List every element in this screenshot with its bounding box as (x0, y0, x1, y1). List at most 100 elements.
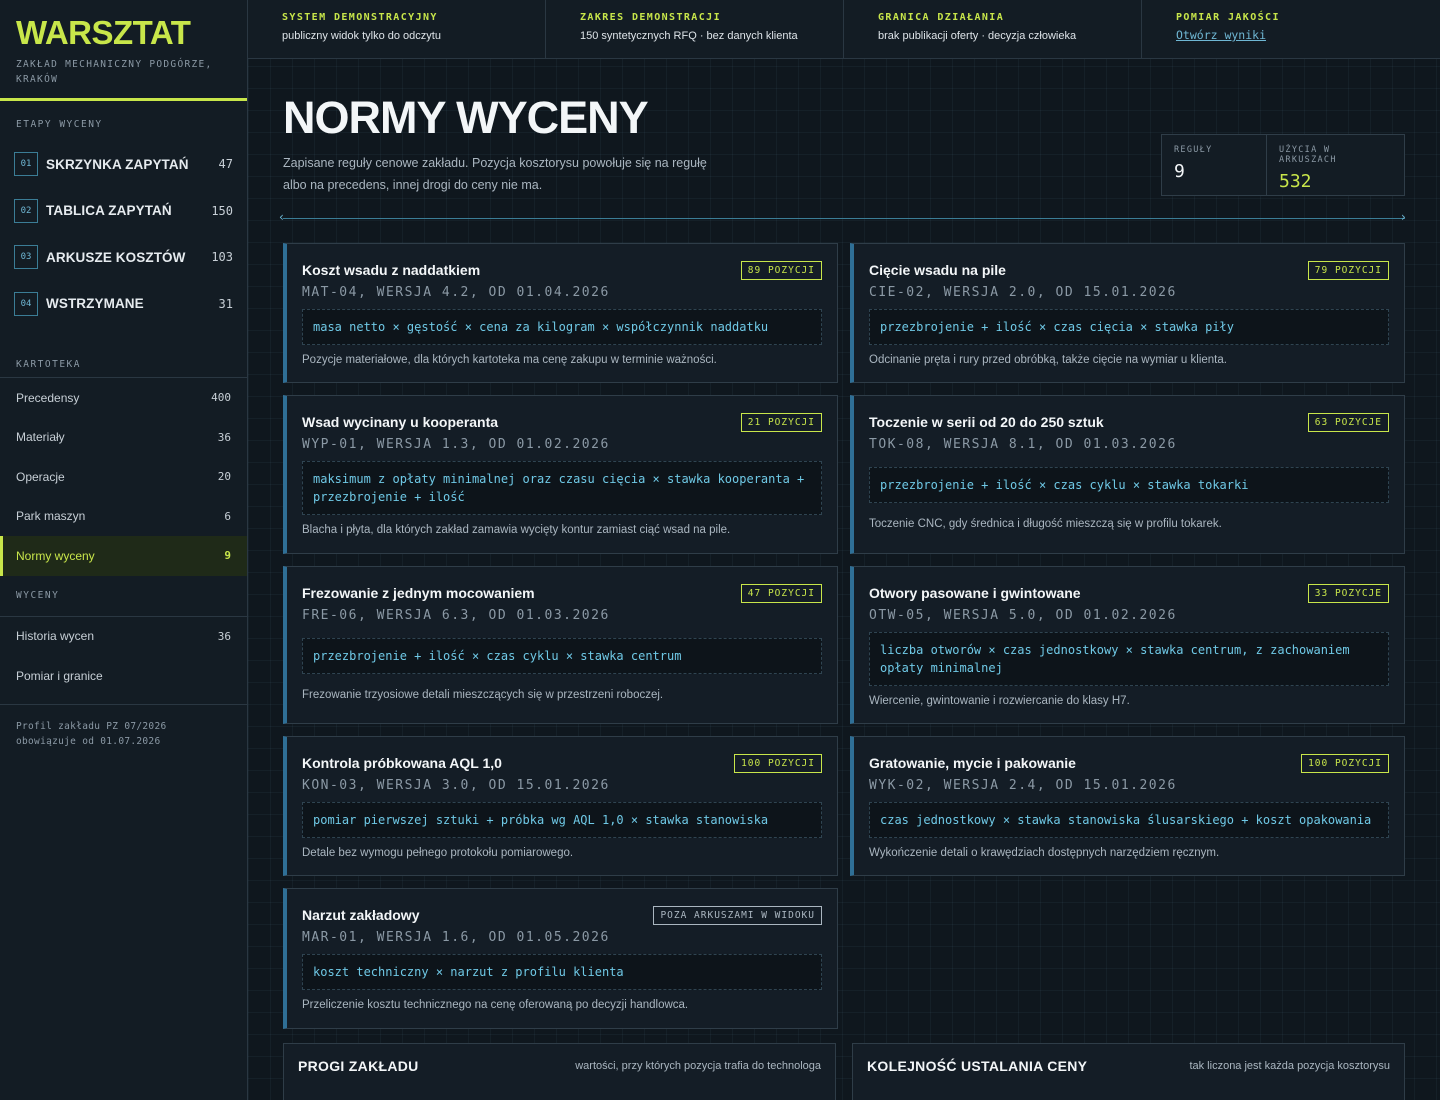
stage-on-hold[interactable]: 04 WSTRZYMANE 31 (0, 281, 247, 328)
rule-card[interactable]: Kontrola próbkowana AQL 1,0 100 POZYCJI … (283, 736, 838, 876)
stage-count: 47 (218, 157, 233, 172)
nav-item-count: 36 (217, 430, 231, 444)
rule-card[interactable]: Otwory pasowane i gwintowane 33 POZYCJE … (850, 566, 1405, 724)
rule-title: Cięcie wsadu na pile (869, 262, 1006, 278)
sidebar: WARSZTAT ZAKŁAD MECHANICZNY PODGÓRZE, KR… (0, 0, 248, 1100)
stage-label: SKRZYNKA ZAPYTAŃ (46, 156, 189, 172)
usage-badge: 79 POZYCJI (1307, 261, 1389, 280)
profile-validity: obowiązuje od 01.07.2026 (16, 735, 161, 747)
panel-subtitle: tak liczona jest każda pozycja kosztorys… (1189, 1060, 1390, 1072)
rule-card[interactable]: Toczenie w serii od 20 do 250 sztuk 63 P… (850, 395, 1405, 554)
horizontal-scrollbar[interactable] (283, 218, 1405, 219)
wyceny-heading: WYCENY (16, 589, 60, 601)
page-title: NORMY WYCENY (283, 92, 649, 143)
stage-label: WSTRZYMANE (46, 296, 144, 312)
topbar-title: SYSTEM DEMONSTRACYJNY (282, 12, 438, 23)
chevron-left-icon[interactable]: ‹ (279, 210, 284, 224)
nav-item-label: Historia wycen (16, 629, 95, 644)
stage-board[interactable]: 02 TABLICA ZAPYTAŃ 150 (0, 188, 247, 235)
rule-card[interactable]: Frezowanie z jednym mocowaniem 47 POZYCJ… (283, 566, 838, 724)
rule-title: Koszt wsadu z naddatkiem (302, 262, 481, 278)
rule-code: KON-03, WERSJA 3.0, OD 15.01.2026 (302, 778, 610, 793)
nav-item-quote-history[interactable]: Historia wycen 36 (0, 617, 247, 657)
topbar-title: POMIAR JAKOŚCI (1176, 12, 1280, 23)
stat-label: UŻYCIA W ARKUSZACH (1279, 145, 1337, 165)
rule-card[interactable]: Cięcie wsadu na pile 79 POZYCJI CIE-02, … (850, 243, 1405, 383)
topbar-text: 150 syntetycznych RFQ · bez danych klien… (580, 30, 798, 42)
rule-title: Kontrola próbkowana AQL 1,0 (302, 755, 502, 771)
rule-description: Detale bez wymogu pełnego protokołu pomi… (302, 847, 574, 859)
rule-formula: przezbrojenie + ilość × czas cyklu × sta… (302, 638, 822, 674)
usage-badge: 33 POZYCJE (1307, 584, 1389, 603)
nav-item-label: Pomiar i granice (16, 668, 103, 683)
rule-code: OTW-05, WERSJA 5.0, OD 01.02.2026 (869, 608, 1177, 623)
nav-item-count: 6 (224, 509, 231, 523)
nav-item-machines[interactable]: Park maszyn 6 (0, 497, 247, 537)
rule-description: Pozycje materiałowe, dla których kartote… (302, 354, 717, 366)
topbar-scope: ZAKRES DEMONSTRACJI 150 syntetycznych RF… (546, 0, 844, 58)
topbar-title: GRANICA DZIAŁANIA (878, 12, 1005, 23)
usage-badge: 100 POZYCJI (734, 754, 822, 773)
rule-title: Wsad wycinany u kooperanta (302, 414, 499, 430)
stage-inbox[interactable]: 01 SKRZYNKA ZAPYTAŃ 47 (0, 141, 247, 188)
rule-formula: czas jednostkowy × stawka stanowiska ślu… (869, 802, 1389, 838)
top-info-bar: SYSTEM DEMONSTRACYJNY publiczny widok ty… (248, 0, 1440, 59)
chevron-right-icon[interactable]: › (1401, 210, 1406, 224)
topbar-text: publiczny widok tylko do odczytu (282, 30, 441, 42)
rule-description: Toczenie CNC, gdy średnica i długość mie… (869, 518, 1222, 530)
brand-logo[interactable]: WARSZTAT (16, 16, 231, 50)
panel-title: KOLEJNOŚĆ USTALANIA CENY (867, 1058, 1088, 1074)
nav-item-label: Precedensy (16, 390, 80, 405)
wyceny-section: WYCENY Historia wycen 36 Pomiar i granic… (0, 590, 247, 696)
rule-card[interactable]: Koszt wsadu z naddatkiem 89 POZYCJI MAT-… (283, 243, 838, 383)
price-order-panel: KOLEJNOŚĆ USTALANIA CENY tak liczona jes… (852, 1043, 1405, 1100)
stage-number: 03 (14, 245, 38, 270)
rule-formula: masa netto × gęstość × cena za kilogram … (302, 309, 822, 345)
topbar-quality: POMIAR JAKOŚCI Otwórz wyniki (1142, 0, 1440, 58)
rule-formula: przezbrojenie + ilość × czas cyklu × sta… (869, 467, 1389, 503)
stages-heading: ETAPY WYCENY (16, 119, 103, 130)
topbar-text: brak publikacji oferty · decyzja człowie… (878, 30, 1077, 42)
stage-label: ARKUSZE KOSZTÓW (46, 249, 186, 265)
rule-card[interactable]: Gratowanie, mycie i pakowanie 100 POZYCJ… (850, 736, 1405, 876)
rule-formula: liczba otworów × czas jednostkowy × staw… (869, 632, 1389, 686)
rule-formula: maksimum z opłaty minimalnej oraz czasu … (302, 461, 822, 515)
rule-formula: przezbrojenie + ilość × czas cięcia × st… (869, 309, 1389, 345)
usage-badge: POZA ARKUSZAMI W WIDOKU (653, 906, 822, 925)
rule-formula: koszt techniczny × narzut z profilu klie… (302, 954, 822, 990)
brand-subtitle: ZAKŁAD MECHANICZNY PODGÓRZE, KRAKÓW (16, 59, 213, 85)
open-results-link[interactable]: Otwórz wyniki (1176, 28, 1266, 42)
nav-item-operations[interactable]: Operacje 20 (0, 457, 247, 497)
rule-title: Frezowanie z jednym mocowaniem (302, 585, 535, 601)
rule-description: Frezowanie trzyosiowe detali mieszczącyc… (302, 689, 664, 701)
panel-subtitle: wartości, przy których pozycja trafia do… (575, 1060, 821, 1072)
usage-badge: 21 POZYCJI (740, 413, 822, 432)
nav-item-materials[interactable]: Materiały 36 (0, 418, 247, 458)
usage-badge: 89 POZYCJI (740, 261, 822, 280)
usage-badge: 63 POZYCJE (1307, 413, 1389, 432)
nav-item-precedents[interactable]: Precedensy 400 (0, 378, 247, 418)
usage-badge: 47 POZYCJI (740, 584, 822, 603)
rule-title: Otwory pasowane i gwintowane (869, 585, 1081, 601)
stats-box: REGUŁY 9 UŻYCIA W ARKUSZACH 532 (1161, 134, 1405, 196)
main-content: SYSTEM DEMONSTRACYJNY publiczny widok ty… (248, 0, 1440, 1100)
stat-value: 9 (1174, 161, 1185, 182)
stage-cost-sheets[interactable]: 03 ARKUSZE KOSZTÓW 103 (0, 234, 247, 281)
stage-number: 01 (14, 152, 38, 177)
stage-number: 02 (14, 198, 38, 223)
topbar-boundary: GRANICA DZIAŁANIA brak publikacji oferty… (844, 0, 1142, 58)
rule-title: Narzut zakładowy (302, 907, 420, 923)
kartoteka-heading: KARTOTEKA (16, 358, 81, 370)
stage-count: 150 (211, 203, 233, 218)
stage-count: 31 (218, 296, 233, 311)
nav-item-label: Operacje (16, 469, 65, 484)
stat-label: REGUŁY (1174, 145, 1213, 155)
nav-item-measurement[interactable]: Pomiar i granice (0, 656, 247, 696)
rule-card[interactable]: Wsad wycinany u kooperanta 21 POZYCJI WY… (283, 395, 838, 554)
panel-title: PROGI ZAKŁADU (298, 1058, 419, 1074)
nav-item-pricing-rules[interactable]: Normy wyceny 9 (0, 536, 247, 576)
profile-info: Profil zakładu PZ 07/2026 obowiązuje od … (0, 705, 247, 763)
rule-description: Wykończenie detali o krawędziach dostępn… (869, 847, 1220, 859)
rule-card[interactable]: Narzut zakładowy POZA ARKUSZAMI W WIDOKU… (283, 888, 838, 1029)
nav-item-count: 400 (211, 391, 231, 405)
